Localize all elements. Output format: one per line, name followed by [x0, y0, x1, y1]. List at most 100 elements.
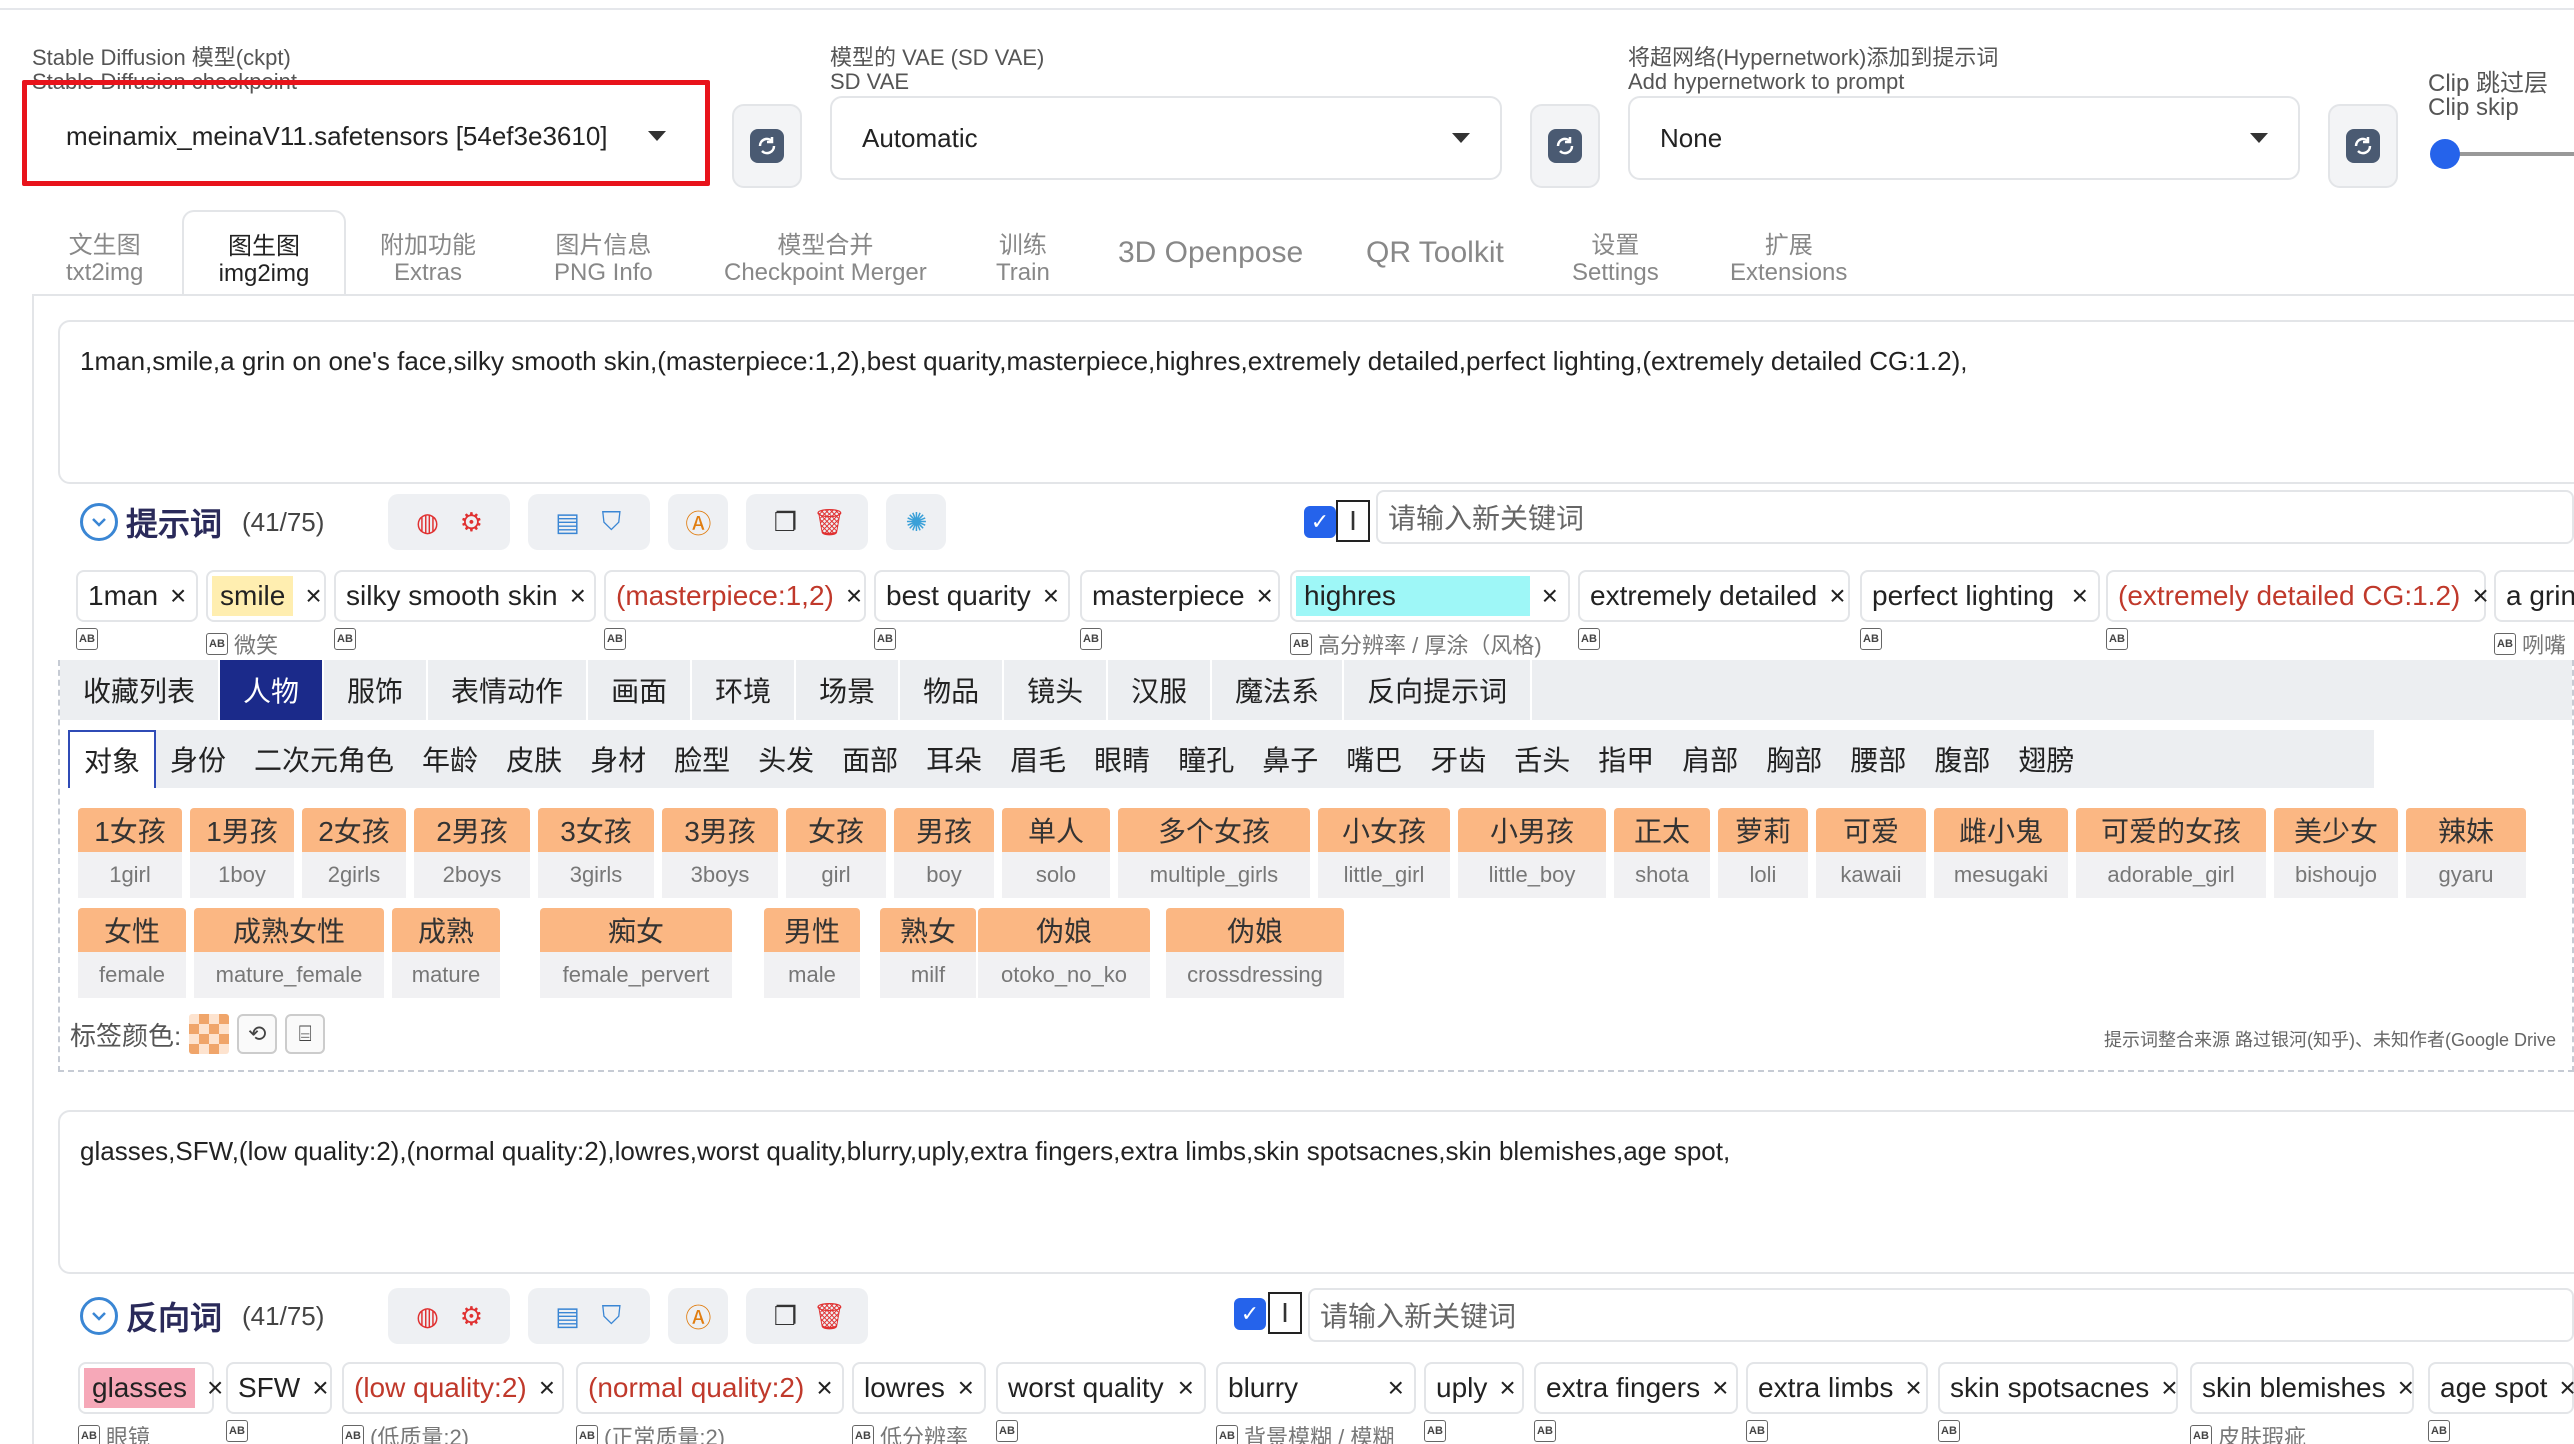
collapse-chevron-icon[interactable]	[80, 1297, 118, 1335]
negative-chip[interactable]: uply × AB	[1424, 1362, 1524, 1442]
close-icon[interactable]: ×	[293, 580, 321, 612]
subcategory-tab[interactable]: 腹部	[1920, 730, 2004, 788]
tag-button[interactable]: 正太 shota	[1614, 808, 1710, 898]
bookmark-icon[interactable]: ⛉	[589, 1300, 633, 1332]
prompt-chip[interactable]: smile × AB 微笑	[206, 570, 326, 660]
ai-button[interactable]: ✺	[886, 494, 947, 550]
prompt-chip[interactable]: (extremely detailed CG:1.2) × AB	[2106, 570, 2489, 650]
subcategory-tab[interactable]: 年龄	[408, 730, 492, 788]
tag-button[interactable]: 3男孩 3boys	[662, 808, 778, 898]
trash-icon[interactable]: 🗑	[807, 507, 851, 538]
close-icon[interactable]: ×	[2460, 580, 2488, 612]
subcategory-tab-active[interactable]: 对象	[68, 730, 157, 788]
trash-icon[interactable]: 🗑	[807, 1301, 851, 1332]
tag-button[interactable]: 女孩 girl	[786, 808, 886, 898]
hypernetwork-select[interactable]: None	[1628, 96, 2300, 180]
translate-icon[interactable]: AB	[874, 628, 896, 650]
close-icon[interactable]: ×	[1530, 580, 1558, 612]
document-list-icon[interactable]: ▤	[545, 507, 589, 538]
translate-icon[interactable]: AB	[1216, 1425, 1238, 1444]
tag-button[interactable]: 2男孩 2boys	[414, 808, 530, 898]
subcategory-tab[interactable]: 身材	[576, 730, 660, 788]
bookmark-icon[interactable]: ⛉	[589, 506, 633, 538]
tag-button[interactable]: 3女孩 3girls	[538, 808, 654, 898]
negative-chip[interactable]: skin blemishes × AB 皮肤瑕疵	[2190, 1362, 2414, 1444]
tab-txt2img[interactable]: 文生图 txt2img	[66, 232, 143, 286]
tag-button[interactable]: 熟女 milf	[880, 908, 976, 998]
subcategory-tab[interactable]: 鼻子	[1248, 730, 1332, 788]
translate-icon[interactable]: AB	[1534, 1420, 1556, 1442]
tab-3d-openpose[interactable]: 3D Openpose	[1118, 236, 1303, 270]
translate-icon[interactable]: AB	[996, 1420, 1018, 1442]
tab-qr-toolkit[interactable]: QR Toolkit	[1366, 236, 1504, 270]
translate-icon[interactable]: AB	[76, 628, 98, 650]
subcategory-tab[interactable]: 牙齿	[1416, 730, 1500, 788]
subcategory-tab[interactable]: 二次元角色	[240, 730, 408, 788]
tab-settings[interactable]: 设置 Settings	[1572, 232, 1659, 286]
hypernetwork-refresh-button[interactable]	[2328, 104, 2398, 188]
close-icon[interactable]: ×	[1031, 580, 1059, 612]
globe-icon[interactable]: ◍	[405, 1301, 449, 1332]
category-tab[interactable]: 汉服	[1108, 660, 1213, 720]
globe-icon[interactable]: ◍	[405, 507, 449, 538]
prompt-chip[interactable]: best quarity × AB	[874, 570, 1070, 650]
subcategory-tab[interactable]: 眉毛	[996, 730, 1080, 788]
tag-button[interactable]: 伪娘 otoko_no_ko	[978, 908, 1150, 998]
close-icon[interactable]: ×	[527, 1372, 555, 1404]
tag-button[interactable]: 小男孩 little_boy	[1458, 808, 1606, 898]
translate-icon[interactable]: AB	[2494, 633, 2516, 655]
subcategory-tab[interactable]: 头发	[744, 730, 828, 788]
subcategory-tab[interactable]: 瞳孔	[1164, 730, 1248, 788]
close-icon[interactable]: ×	[834, 580, 862, 612]
copy-icon[interactable]: ❐	[763, 1301, 807, 1332]
prompt-chip[interactable]: 1man × AB	[76, 570, 198, 650]
subcategory-tab[interactable]: 皮肤	[492, 730, 576, 788]
prompt-textarea[interactable]: 1man,smile,a grin on one's face,silky sm…	[58, 320, 2574, 484]
translate-icon[interactable]: AB	[78, 1425, 100, 1444]
close-icon[interactable]: ×	[2060, 580, 2088, 612]
category-tab[interactable]: 收藏列表	[60, 660, 221, 720]
tab-png-info[interactable]: 图片信息 PNG Info	[554, 232, 653, 286]
tag-button[interactable]: 1女孩 1girl	[78, 808, 182, 898]
negative-chip[interactable]: SFW × AB	[226, 1362, 332, 1442]
close-icon[interactable]: ×	[195, 1372, 223, 1404]
tag-button[interactable]: 可爱的女孩 adorable_girl	[2076, 808, 2266, 898]
ckpt-refresh-button[interactable]	[732, 104, 802, 188]
keyword-checkbox[interactable]: ✓	[1304, 506, 1336, 538]
subcategory-tab[interactable]: 脸型	[660, 730, 744, 788]
tag-button[interactable]: 萝莉 loli	[1718, 808, 1808, 898]
tab-checkpoint-merger[interactable]: 模型合并 Checkpoint Merger	[724, 232, 927, 286]
tab-img2img[interactable]: 图生图 img2img	[182, 210, 346, 296]
negative-prompt-textarea[interactable]: glasses,SFW,(low quality:2),(normal qual…	[58, 1110, 2574, 1274]
close-icon[interactable]: ×	[158, 580, 186, 612]
negative-chip[interactable]: age spot × AB	[2428, 1362, 2574, 1442]
category-tab-active[interactable]: 人物	[220, 660, 325, 720]
vae-refresh-button[interactable]	[1530, 104, 1600, 188]
close-icon[interactable]: ×	[1245, 580, 1273, 612]
tab-extras[interactable]: 附加功能 Extras	[380, 232, 476, 286]
tab-extensions[interactable]: 扩展 Extensions	[1730, 232, 1847, 286]
close-icon[interactable]: ×	[1700, 1372, 1728, 1404]
close-icon[interactable]: ×	[2547, 1372, 2574, 1404]
subcategory-tab[interactable]: 指甲	[1584, 730, 1668, 788]
close-icon[interactable]: ×	[1376, 1372, 1404, 1404]
category-tab[interactable]: 环境	[692, 660, 797, 720]
tag-button[interactable]: 单人 solo	[1002, 808, 1110, 898]
tag-button[interactable]: 男性 male	[764, 908, 860, 998]
translate-button[interactable]: Ⓐ	[668, 494, 729, 550]
tag-button[interactable]: 美少女 bishoujo	[2274, 808, 2398, 898]
negative-chip[interactable]: glasses × AB 眼镜	[78, 1362, 223, 1444]
tag-button[interactable]: 痴女 female_pervert	[540, 908, 732, 998]
negative-chip[interactable]: lowres × AB 低分辨率	[852, 1362, 986, 1444]
category-tab[interactable]: 场景	[796, 660, 901, 720]
tag-button[interactable]: 小女孩 little_girl	[1318, 808, 1450, 898]
close-icon[interactable]: ×	[2386, 1372, 2414, 1404]
category-tab[interactable]: 画面	[588, 660, 693, 720]
gear-icon[interactable]: ⚙	[449, 1301, 493, 1332]
translate-icon[interactable]: AB	[576, 1425, 598, 1444]
close-icon[interactable]: ×	[1487, 1372, 1515, 1404]
gear-icon[interactable]: ⚙	[449, 507, 493, 538]
negative-chip[interactable]: extra limbs × AB	[1746, 1362, 1928, 1442]
translate-icon[interactable]: AB	[2428, 1420, 2450, 1442]
close-icon[interactable]: ×	[804, 1372, 832, 1404]
